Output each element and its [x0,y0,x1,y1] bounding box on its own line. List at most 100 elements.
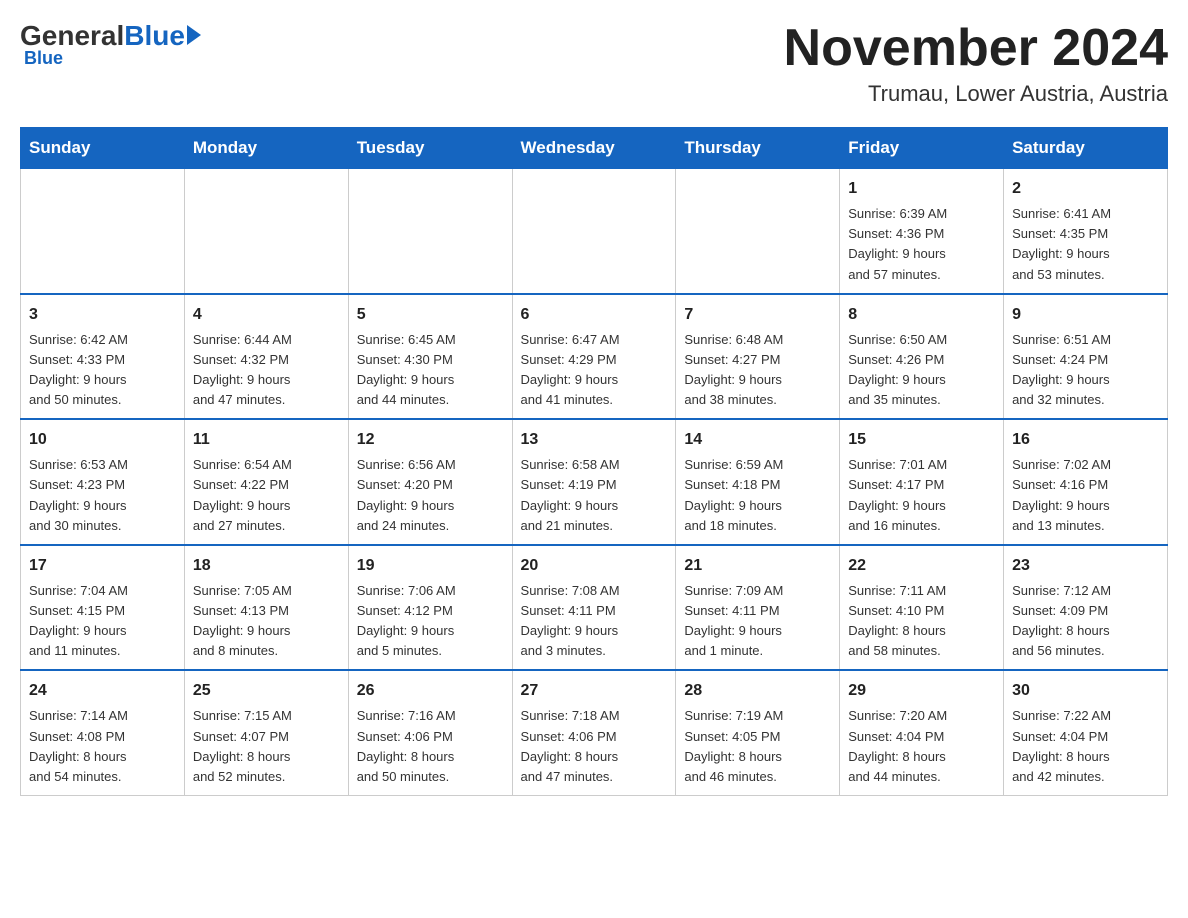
day-number: 21 [684,554,831,578]
calendar-cell [512,169,676,294]
day-number: 14 [684,428,831,452]
calendar-cell: 11 Sunrise: 6:54 AMSunset: 4:22 PMDayligh… [184,419,348,545]
weekday-header-thursday: Thursday [676,128,840,169]
day-info: Sunrise: 7:22 AMSunset: 4:04 PMDaylight:… [1012,706,1159,787]
calendar-cell: 15Sunrise: 7:01 AMSunset: 4:17 PMDayligh… [840,419,1004,545]
calendar-cell [184,169,348,294]
day-number: 8 [848,303,995,327]
logo-subtitle: Blue [24,48,63,69]
day-number: 13 [521,428,668,452]
day-number: 16 [1012,428,1159,452]
title-area: November 2024 Trumau, Lower Austria, Aus… [784,20,1168,107]
calendar-cell: 4Sunrise: 6:44 AMSunset: 4:32 PMDaylight… [184,294,348,420]
day-info: Sunrise: 7:02 AMSunset: 4:16 PMDaylight:… [1012,455,1159,536]
location-title: Trumau, Lower Austria, Austria [784,81,1168,107]
day-number: 1 [848,177,995,201]
page-header: General Blue Blue November 2024 Trumau, … [20,20,1168,107]
calendar-cell: 5 Sunrise: 6:45 AMSunset: 4:30 PMDaylight… [348,294,512,420]
calendar-cell: 6 Sunrise: 6:47 AMSunset: 4:29 PMDaylight… [512,294,676,420]
day-info: Sunrise: 7:11 AMSunset: 4:10 PMDaylight:… [848,581,995,662]
day-info: Sunrise: 6:53 AMSunset: 4:23 PMDaylight:… [29,455,176,536]
day-number: 6 [521,303,668,327]
day-info: Sunrise: 7:06 AMSunset: 4:12 PMDaylight:… [357,581,504,662]
calendar-cell: 21 Sunrise: 7:09 AMSunset: 4:11 PMDayligh… [676,545,840,671]
day-info: Sunrise: 6:45 AMSunset: 4:30 PMDaylight:… [357,330,504,411]
calendar-cell: 14 Sunrise: 6:59 AMSunset: 4:18 PMDayligh… [676,419,840,545]
calendar-cell [348,169,512,294]
day-info: Sunrise: 7:08 AMSunset: 4:11 PMDaylight:… [521,581,668,662]
day-number: 22 [848,554,995,578]
calendar-week-row: 17Sunrise: 7:04 AMSunset: 4:15 PMDayligh… [21,545,1168,671]
calendar-cell: 22 Sunrise: 7:11 AMSunset: 4:10 PMDayligh… [840,545,1004,671]
day-number: 23 [1012,554,1159,578]
day-info: Sunrise: 7:04 AMSunset: 4:15 PMDaylight:… [29,581,176,662]
weekday-header-saturday: Saturday [1004,128,1168,169]
calendar-header-row: SundayMondayTuesdayWednesdayThursdayFrid… [21,128,1168,169]
day-number: 25 [193,679,340,703]
calendar-cell [21,169,185,294]
day-number: 9 [1012,303,1159,327]
calendar-cell: 7 Sunrise: 6:48 AMSunset: 4:27 PMDaylight… [676,294,840,420]
day-info: Sunrise: 6:42 AMSunset: 4:33 PMDaylight:… [29,330,176,411]
day-number: 30 [1012,679,1159,703]
day-info: Sunrise: 6:48 AMSunset: 4:27 PMDaylight:… [684,330,831,411]
calendar-cell: 10 Sunrise: 6:53 AMSunset: 4:23 PMDayligh… [21,419,185,545]
calendar-cell: 1 Sunrise: 6:39 AMSunset: 4:36 PMDaylight… [840,169,1004,294]
calendar-week-row: 10 Sunrise: 6:53 AMSunset: 4:23 PMDayligh… [21,419,1168,545]
logo-blue-text: Blue [124,20,185,52]
day-number: 3 [29,303,176,327]
day-number: 5 [357,303,504,327]
day-number: 24 [29,679,176,703]
calendar-cell: 26Sunrise: 7:16 AMSunset: 4:06 PMDayligh… [348,670,512,795]
day-info: Sunrise: 6:47 AMSunset: 4:29 PMDaylight:… [521,330,668,411]
calendar-table: SundayMondayTuesdayWednesdayThursdayFrid… [20,127,1168,796]
weekday-header-friday: Friday [840,128,1004,169]
calendar-cell: 23 Sunrise: 7:12 AMSunset: 4:09 PMDayligh… [1004,545,1168,671]
day-info: Sunrise: 6:50 AMSunset: 4:26 PMDaylight:… [848,330,995,411]
day-number: 27 [521,679,668,703]
day-info: Sunrise: 7:12 AMSunset: 4:09 PMDaylight:… [1012,581,1159,662]
calendar-week-row: 3 Sunrise: 6:42 AMSunset: 4:33 PMDaylight… [21,294,1168,420]
weekday-header-monday: Monday [184,128,348,169]
calendar-cell: 30 Sunrise: 7:22 AMSunset: 4:04 PMDayligh… [1004,670,1168,795]
calendar-cell: 13 Sunrise: 6:58 AMSunset: 4:19 PMDayligh… [512,419,676,545]
day-info: Sunrise: 6:51 AMSunset: 4:24 PMDaylight:… [1012,330,1159,411]
logo: General Blue Blue [20,20,201,69]
day-info: Sunrise: 6:59 AMSunset: 4:18 PMDaylight:… [684,455,831,536]
calendar-cell: 19 Sunrise: 7:06 AMSunset: 4:12 PMDayligh… [348,545,512,671]
day-info: Sunrise: 7:09 AMSunset: 4:11 PMDaylight:… [684,581,831,662]
day-info: Sunrise: 7:15 AMSunset: 4:07 PMDaylight:… [193,706,340,787]
day-number: 11 [193,428,340,452]
day-number: 10 [29,428,176,452]
calendar-cell: 27Sunrise: 7:18 AMSunset: 4:06 PMDayligh… [512,670,676,795]
day-info: Sunrise: 6:58 AMSunset: 4:19 PMDaylight:… [521,455,668,536]
calendar-week-row: 1 Sunrise: 6:39 AMSunset: 4:36 PMDaylight… [21,169,1168,294]
day-number: 26 [357,679,504,703]
calendar-cell: 29Sunrise: 7:20 AMSunset: 4:04 PMDayligh… [840,670,1004,795]
day-info: Sunrise: 6:41 AMSunset: 4:35 PMDaylight:… [1012,204,1159,285]
day-info: Sunrise: 7:19 AMSunset: 4:05 PMDaylight:… [684,706,831,787]
calendar-cell: 8 Sunrise: 6:50 AMSunset: 4:26 PMDaylight… [840,294,1004,420]
calendar-cell: 20 Sunrise: 7:08 AMSunset: 4:11 PMDayligh… [512,545,676,671]
calendar-cell: 17Sunrise: 7:04 AMSunset: 4:15 PMDayligh… [21,545,185,671]
day-info: Sunrise: 7:05 AMSunset: 4:13 PMDaylight:… [193,581,340,662]
day-number: 12 [357,428,504,452]
weekday-header-wednesday: Wednesday [512,128,676,169]
day-info: Sunrise: 6:39 AMSunset: 4:36 PMDaylight:… [848,204,995,285]
day-info: Sunrise: 6:54 AMSunset: 4:22 PMDaylight:… [193,455,340,536]
calendar-cell: 24 Sunrise: 7:14 AMSunset: 4:08 PMDayligh… [21,670,185,795]
calendar-cell: 9 Sunrise: 6:51 AMSunset: 4:24 PMDaylight… [1004,294,1168,420]
day-number: 20 [521,554,668,578]
day-number: 15 [848,428,995,452]
day-number: 19 [357,554,504,578]
calendar-cell: 3 Sunrise: 6:42 AMSunset: 4:33 PMDaylight… [21,294,185,420]
day-info: Sunrise: 6:44 AMSunset: 4:32 PMDaylight:… [193,330,340,411]
calendar-cell: 16 Sunrise: 7:02 AMSunset: 4:16 PMDayligh… [1004,419,1168,545]
day-number: 18 [193,554,340,578]
day-info: Sunrise: 7:14 AMSunset: 4:08 PMDaylight:… [29,706,176,787]
day-info: Sunrise: 7:20 AMSunset: 4:04 PMDaylight:… [848,706,995,787]
day-number: 7 [684,303,831,327]
calendar-cell: 18 Sunrise: 7:05 AMSunset: 4:13 PMDayligh… [184,545,348,671]
calendar-cell: 28 Sunrise: 7:19 AMSunset: 4:05 PMDayligh… [676,670,840,795]
day-number: 28 [684,679,831,703]
